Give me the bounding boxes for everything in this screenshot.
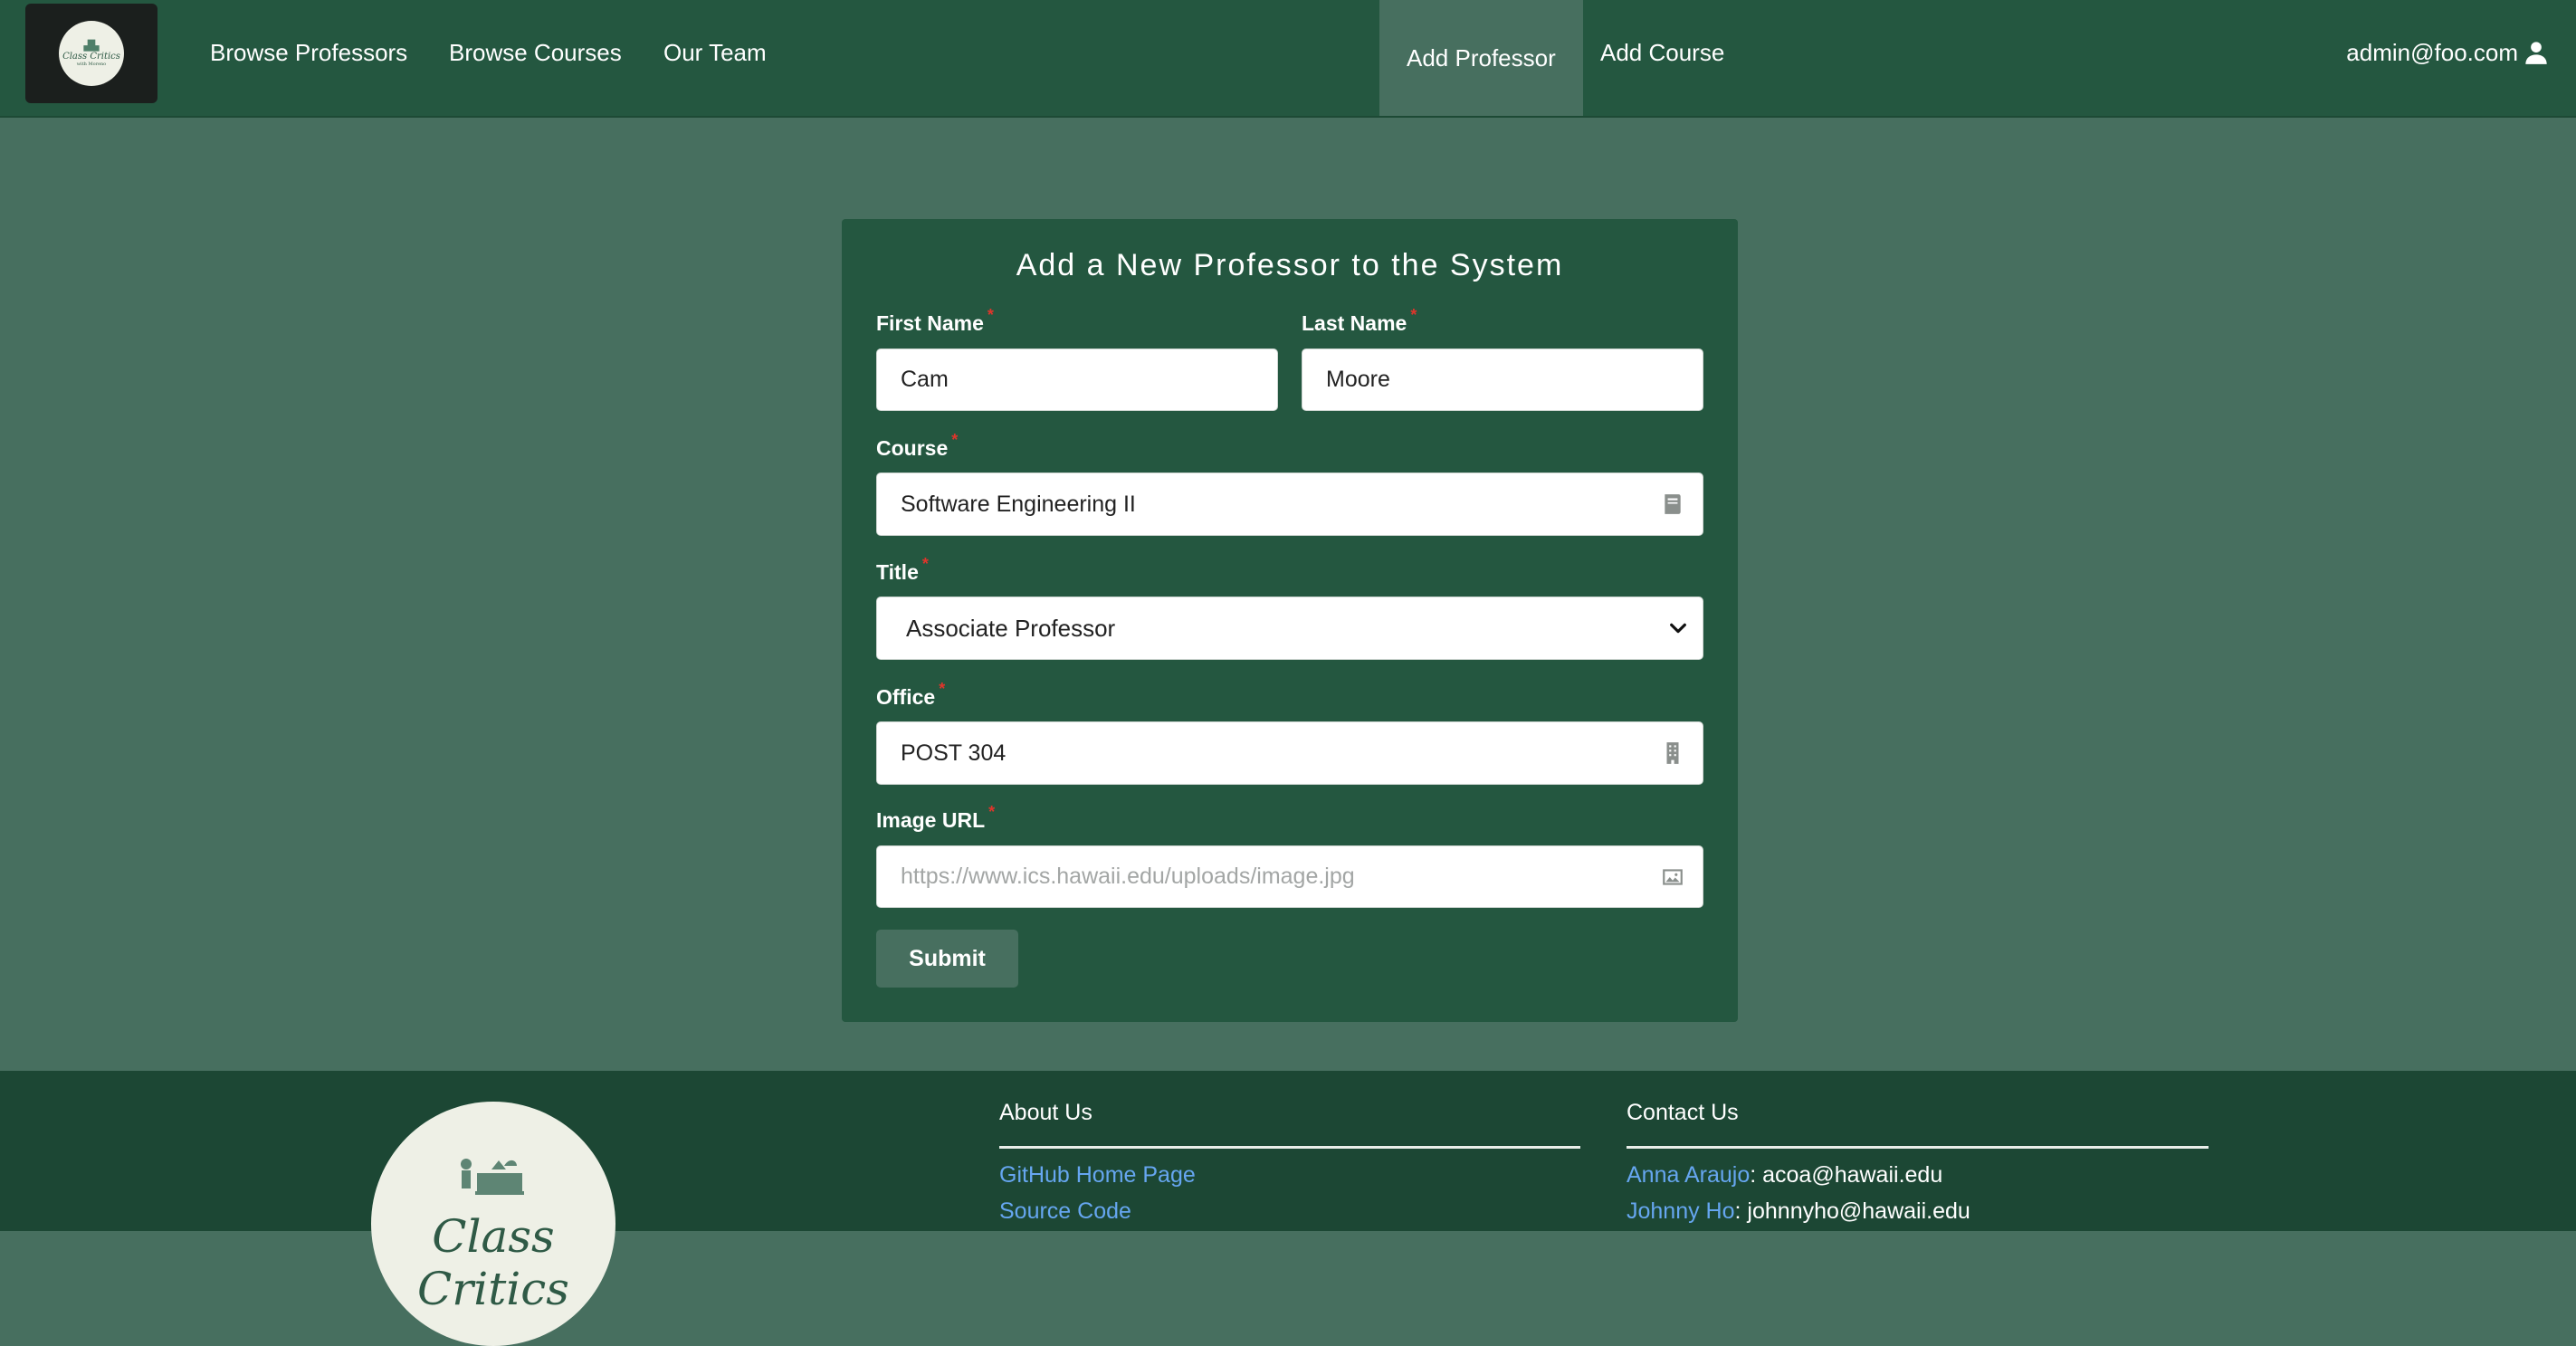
course-field[interactable] [876, 473, 1703, 536]
first-name-label-text: First Name [876, 311, 984, 335]
image-url-input[interactable] [877, 846, 1703, 907]
contact-email: : acoa@hawaii.edu [1750, 1162, 1943, 1188]
required-mark: * [988, 803, 996, 821]
submit-button[interactable]: Submit [876, 930, 1018, 988]
add-professor-form: Add a New Professor to the System First … [842, 219, 1738, 1022]
required-mark: * [1410, 306, 1417, 324]
required-mark: * [921, 555, 929, 573]
first-name-input[interactable] [877, 349, 1277, 410]
nav-browse-professors[interactable]: Browse Professors [210, 0, 407, 105]
office-label-text: Office [876, 685, 936, 709]
title-field[interactable]: Associate Professor [876, 597, 1703, 660]
navbar: ▟▙ Class Critics with Moreno Browse Prof… [0, 0, 2576, 118]
course-label: Course * [876, 431, 958, 461]
office-label: Office * [876, 680, 945, 710]
required-mark: * [939, 680, 946, 698]
form-title: Add a New Professor to the System [1016, 248, 1564, 282]
contact-name-link[interactable]: Johnny Ho [1627, 1198, 1735, 1224]
about-divider [999, 1146, 1580, 1149]
nav-add-professor[interactable]: Add Professor [1379, 0, 1583, 116]
last-name-field[interactable] [1302, 348, 1703, 411]
logo-badge: ▟▙ Class Critics with Moreno [59, 21, 124, 86]
source-code-link[interactable]: Source Code [999, 1198, 1131, 1225]
required-mark: * [951, 431, 959, 449]
user-icon [2524, 40, 2549, 65]
first-name-label: First Name * [876, 306, 994, 336]
image-url-label: Image URL * [876, 803, 995, 833]
contact-us-heading: Contact Us [1627, 1100, 1739, 1125]
nav-our-team[interactable]: Our Team [663, 0, 767, 105]
office-field[interactable] [876, 721, 1703, 785]
user-email: admin@foo.com [2346, 38, 2518, 66]
footer-logo-text: Class Critics [417, 1210, 569, 1315]
required-mark: * [987, 306, 994, 324]
course-input[interactable] [877, 473, 1703, 535]
image-url-field[interactable] [876, 845, 1703, 908]
github-home-link[interactable]: GitHub Home Page [999, 1162, 1196, 1188]
about-us-heading: About Us [999, 1100, 1092, 1125]
contact-email: : johnnyho@hawaii.edu [1734, 1198, 1970, 1224]
image-icon [1661, 865, 1684, 889]
first-name-field[interactable] [876, 348, 1278, 411]
user-menu[interactable]: admin@foo.com [2346, 0, 2549, 105]
contact-name-link[interactable]: Anna Araujo [1627, 1162, 1750, 1188]
contact-item: Johnny Ho: johnnyho@hawaii.edu [1627, 1198, 1970, 1225]
title-label-text: Title [876, 560, 919, 584]
course-label-text: Course [876, 436, 949, 460]
last-name-label-text: Last Name [1302, 311, 1407, 335]
footer: Class Critics About Us GitHub Home Page … [0, 1071, 2576, 1346]
nav-add-course[interactable]: Add Course [1600, 0, 1724, 105]
logo-subtext: with Moreno [76, 61, 107, 67]
brand-logo[interactable]: ▟▙ Class Critics with Moreno [25, 4, 157, 103]
contact-item: Anna Araujo: acoa@hawaii.edu [1627, 1162, 1942, 1188]
last-name-label: Last Name * [1302, 306, 1417, 336]
office-input[interactable] [877, 722, 1703, 784]
image-url-label-text: Image URL [876, 808, 986, 832]
nav-browse-courses[interactable]: Browse Courses [449, 0, 622, 105]
title-label: Title * [876, 555, 929, 585]
desk-icon: ▟▙ [83, 39, 100, 52]
title-select[interactable]: Associate Professor [877, 597, 1703, 659]
contact-divider [1627, 1146, 2209, 1149]
building-icon [1661, 741, 1684, 765]
last-name-input[interactable] [1302, 349, 1703, 410]
footer-logo: Class Critics [371, 1102, 615, 1346]
desk-icon [461, 1159, 524, 1195]
logo-text: Class Critics [62, 51, 120, 62]
chevron-down-icon [1668, 618, 1688, 638]
book-icon [1661, 492, 1684, 516]
